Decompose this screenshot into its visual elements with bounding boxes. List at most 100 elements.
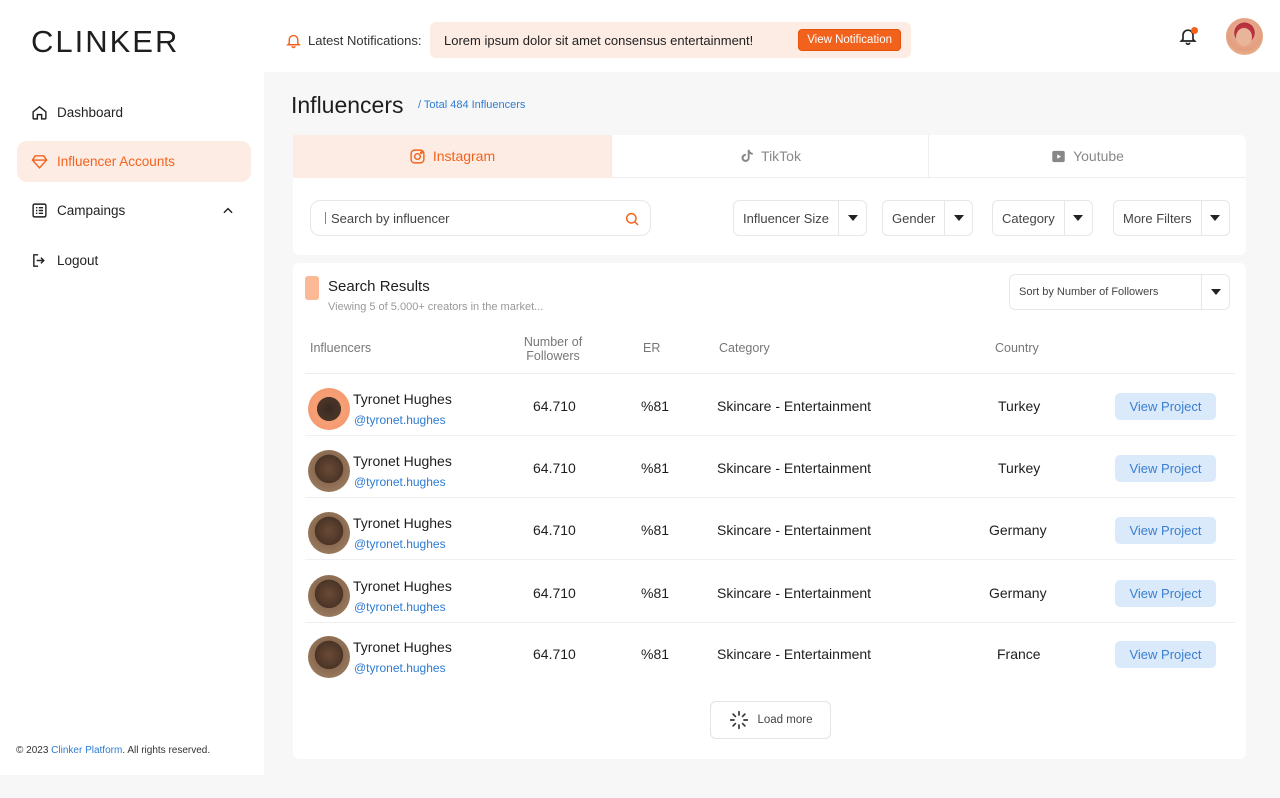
avatar[interactable] (308, 512, 350, 554)
er-cell: %81 (641, 585, 670, 601)
category-cell: Skincare - Entertainment (717, 398, 872, 414)
footer-suffix: . All rights reserved. (122, 745, 211, 756)
column-header-influencers: Influencers (310, 341, 372, 355)
sidebar-item-label: Dashboard (57, 105, 124, 120)
notification-dot (1191, 27, 1198, 34)
notification-banner: Lorem ipsum dolor sit amet consensus ent… (430, 22, 911, 58)
sidebar: Dashboard Influencer Accounts Campaings … (0, 72, 264, 775)
chevron-down-icon[interactable] (1201, 275, 1229, 309)
chevron-up-icon[interactable] (221, 204, 235, 221)
user-avatar[interactable] (1226, 18, 1263, 55)
column-header-er: ER (643, 341, 661, 355)
tab-youtube[interactable]: Youtube (928, 135, 1246, 178)
avatar[interactable] (308, 450, 350, 492)
filter-label: Category (1002, 210, 1055, 226)
chevron-down-icon[interactable] (944, 201, 972, 235)
filter-label: More Filters (1123, 210, 1192, 226)
country-cell: Germany (989, 522, 1047, 538)
followers-cell: 64.710 (533, 646, 576, 662)
influencer-handle[interactable]: @tyronet.hughes (354, 661, 446, 675)
tab-tiktok[interactable]: TikTok (611, 135, 928, 178)
view-project-button[interactable]: View Project (1115, 580, 1216, 607)
er-cell: %81 (641, 398, 670, 414)
results-title: Search Results (328, 278, 430, 295)
results-card: Search Results Viewing 5 of 5.000+ creat… (293, 263, 1246, 759)
sidebar-item-influencer-accounts[interactable]: Influencer Accounts (17, 141, 251, 182)
column-header-country: Country (995, 341, 1039, 355)
sidebar-item-label: Influencer Accounts (57, 154, 175, 169)
influencer-handle[interactable]: @tyronet.hughes (354, 413, 446, 427)
load-more-button[interactable]: Load more (710, 701, 831, 739)
view-project-button[interactable]: View Project (1115, 517, 1216, 544)
avatar[interactable] (308, 575, 350, 617)
view-project-button[interactable]: View Project (1115, 393, 1216, 420)
sidebar-item-logout[interactable]: Logout (17, 240, 251, 281)
filter-category[interactable]: Category (992, 200, 1093, 236)
sort-label: Sort by Number of Followers (1019, 286, 1159, 298)
country-cell: France (997, 646, 1041, 662)
table-row: Tyronet Hughes @tyronet.hughes 64.710 %8… (305, 374, 1235, 436)
youtube-icon (1051, 149, 1066, 164)
influencer-handle[interactable]: @tyronet.hughes (354, 600, 446, 614)
search-icon[interactable] (624, 211, 640, 232)
footer-prefix: © 2023 (16, 745, 52, 756)
footer-brand-link[interactable]: Clinker Platform (51, 745, 122, 756)
filter-influencer-size[interactable]: Influencer Size (733, 200, 867, 236)
notifications-label: Latest Notifications: (308, 32, 422, 48)
sort-select[interactable]: Sort by Number of Followers (1009, 274, 1230, 310)
chevron-down-icon[interactable] (1200, 201, 1229, 235)
top-header: CLINKER Latest Notifications: Lorem ipsu… (0, 0, 1280, 72)
followers-cell: 64.710 (533, 398, 576, 414)
category-cell: Skincare - Entertainment (717, 585, 872, 601)
category-cell: Skincare - Entertainment (717, 646, 872, 662)
influencer-name: Tyronet Hughes (353, 639, 452, 655)
tab-label: Instagram (432, 148, 496, 164)
page-subtitle: / Total 484 Influencers (418, 99, 526, 111)
table-row: Tyronet Hughes @tyronet.hughes 64.710 %8… (305, 622, 1235, 684)
table-row: Tyronet Hughes @tyronet.hughes 64.710 %8… (305, 498, 1235, 560)
page-title: Influencers (291, 92, 404, 118)
bell-icon (284, 31, 302, 49)
chevron-down-icon[interactable] (838, 201, 866, 235)
tab-instagram[interactable]: Instagram (293, 135, 611, 178)
country-cell: Turkey (998, 460, 1041, 476)
diamond-icon (31, 153, 48, 170)
tab-label: TikTok (761, 148, 801, 164)
influencer-handle[interactable]: @tyronet.hughes (354, 537, 446, 551)
filter-gender[interactable]: Gender (882, 200, 974, 236)
avatar[interactable] (308, 636, 350, 678)
notifications-bell-button[interactable] (1178, 26, 1200, 48)
load-more-label: Load more (757, 714, 813, 726)
category-cell: Skincare - Entertainment (717, 522, 872, 538)
search-input[interactable] (331, 210, 611, 226)
column-header-category: Category (719, 341, 770, 355)
influencer-handle[interactable]: @tyronet.hughes (354, 475, 446, 489)
sidebar-item-campaings[interactable]: Campaings (17, 190, 251, 231)
sidebar-item-label: Campaings (57, 203, 126, 218)
notifications-bar: Latest Notifications: Lorem ipsum dolor … (284, 22, 911, 58)
tab-label: Youtube (1073, 148, 1124, 164)
filter-label: Gender (892, 210, 936, 226)
sidebar-item-dashboard[interactable]: Dashboard (17, 92, 251, 133)
notification-text: Lorem ipsum dolor sit amet consensus ent… (444, 32, 754, 48)
view-notification-button[interactable]: View Notification (798, 29, 901, 51)
avatar[interactable] (308, 388, 350, 430)
instagram-icon (409, 148, 426, 165)
list-icon (31, 202, 48, 219)
sidebar-item-label: Logout (57, 253, 99, 268)
tiktok-icon (739, 148, 754, 164)
chevron-down-icon[interactable] (1063, 201, 1092, 235)
er-cell: %81 (641, 460, 670, 476)
footer-copyright: © 2023 Clinker Platform. All rights rese… (16, 745, 210, 756)
app-logo[interactable]: CLINKER (31, 24, 179, 60)
view-project-button[interactable]: View Project (1115, 455, 1216, 482)
influencer-name: Tyronet Hughes (353, 578, 452, 594)
filters-card: Instagram TikTok Youtube Influencer Size… (293, 135, 1246, 255)
results-subtitle: Viewing 5 of 5.000+ creators in the mark… (328, 301, 544, 313)
section-marker (305, 276, 319, 300)
search-field[interactable] (310, 200, 651, 236)
followers-cell: 64.710 (533, 585, 576, 601)
filter-more-filters[interactable]: More Filters (1113, 200, 1230, 236)
view-project-button[interactable]: View Project (1115, 641, 1216, 668)
followers-cell: 64.710 (533, 460, 576, 476)
